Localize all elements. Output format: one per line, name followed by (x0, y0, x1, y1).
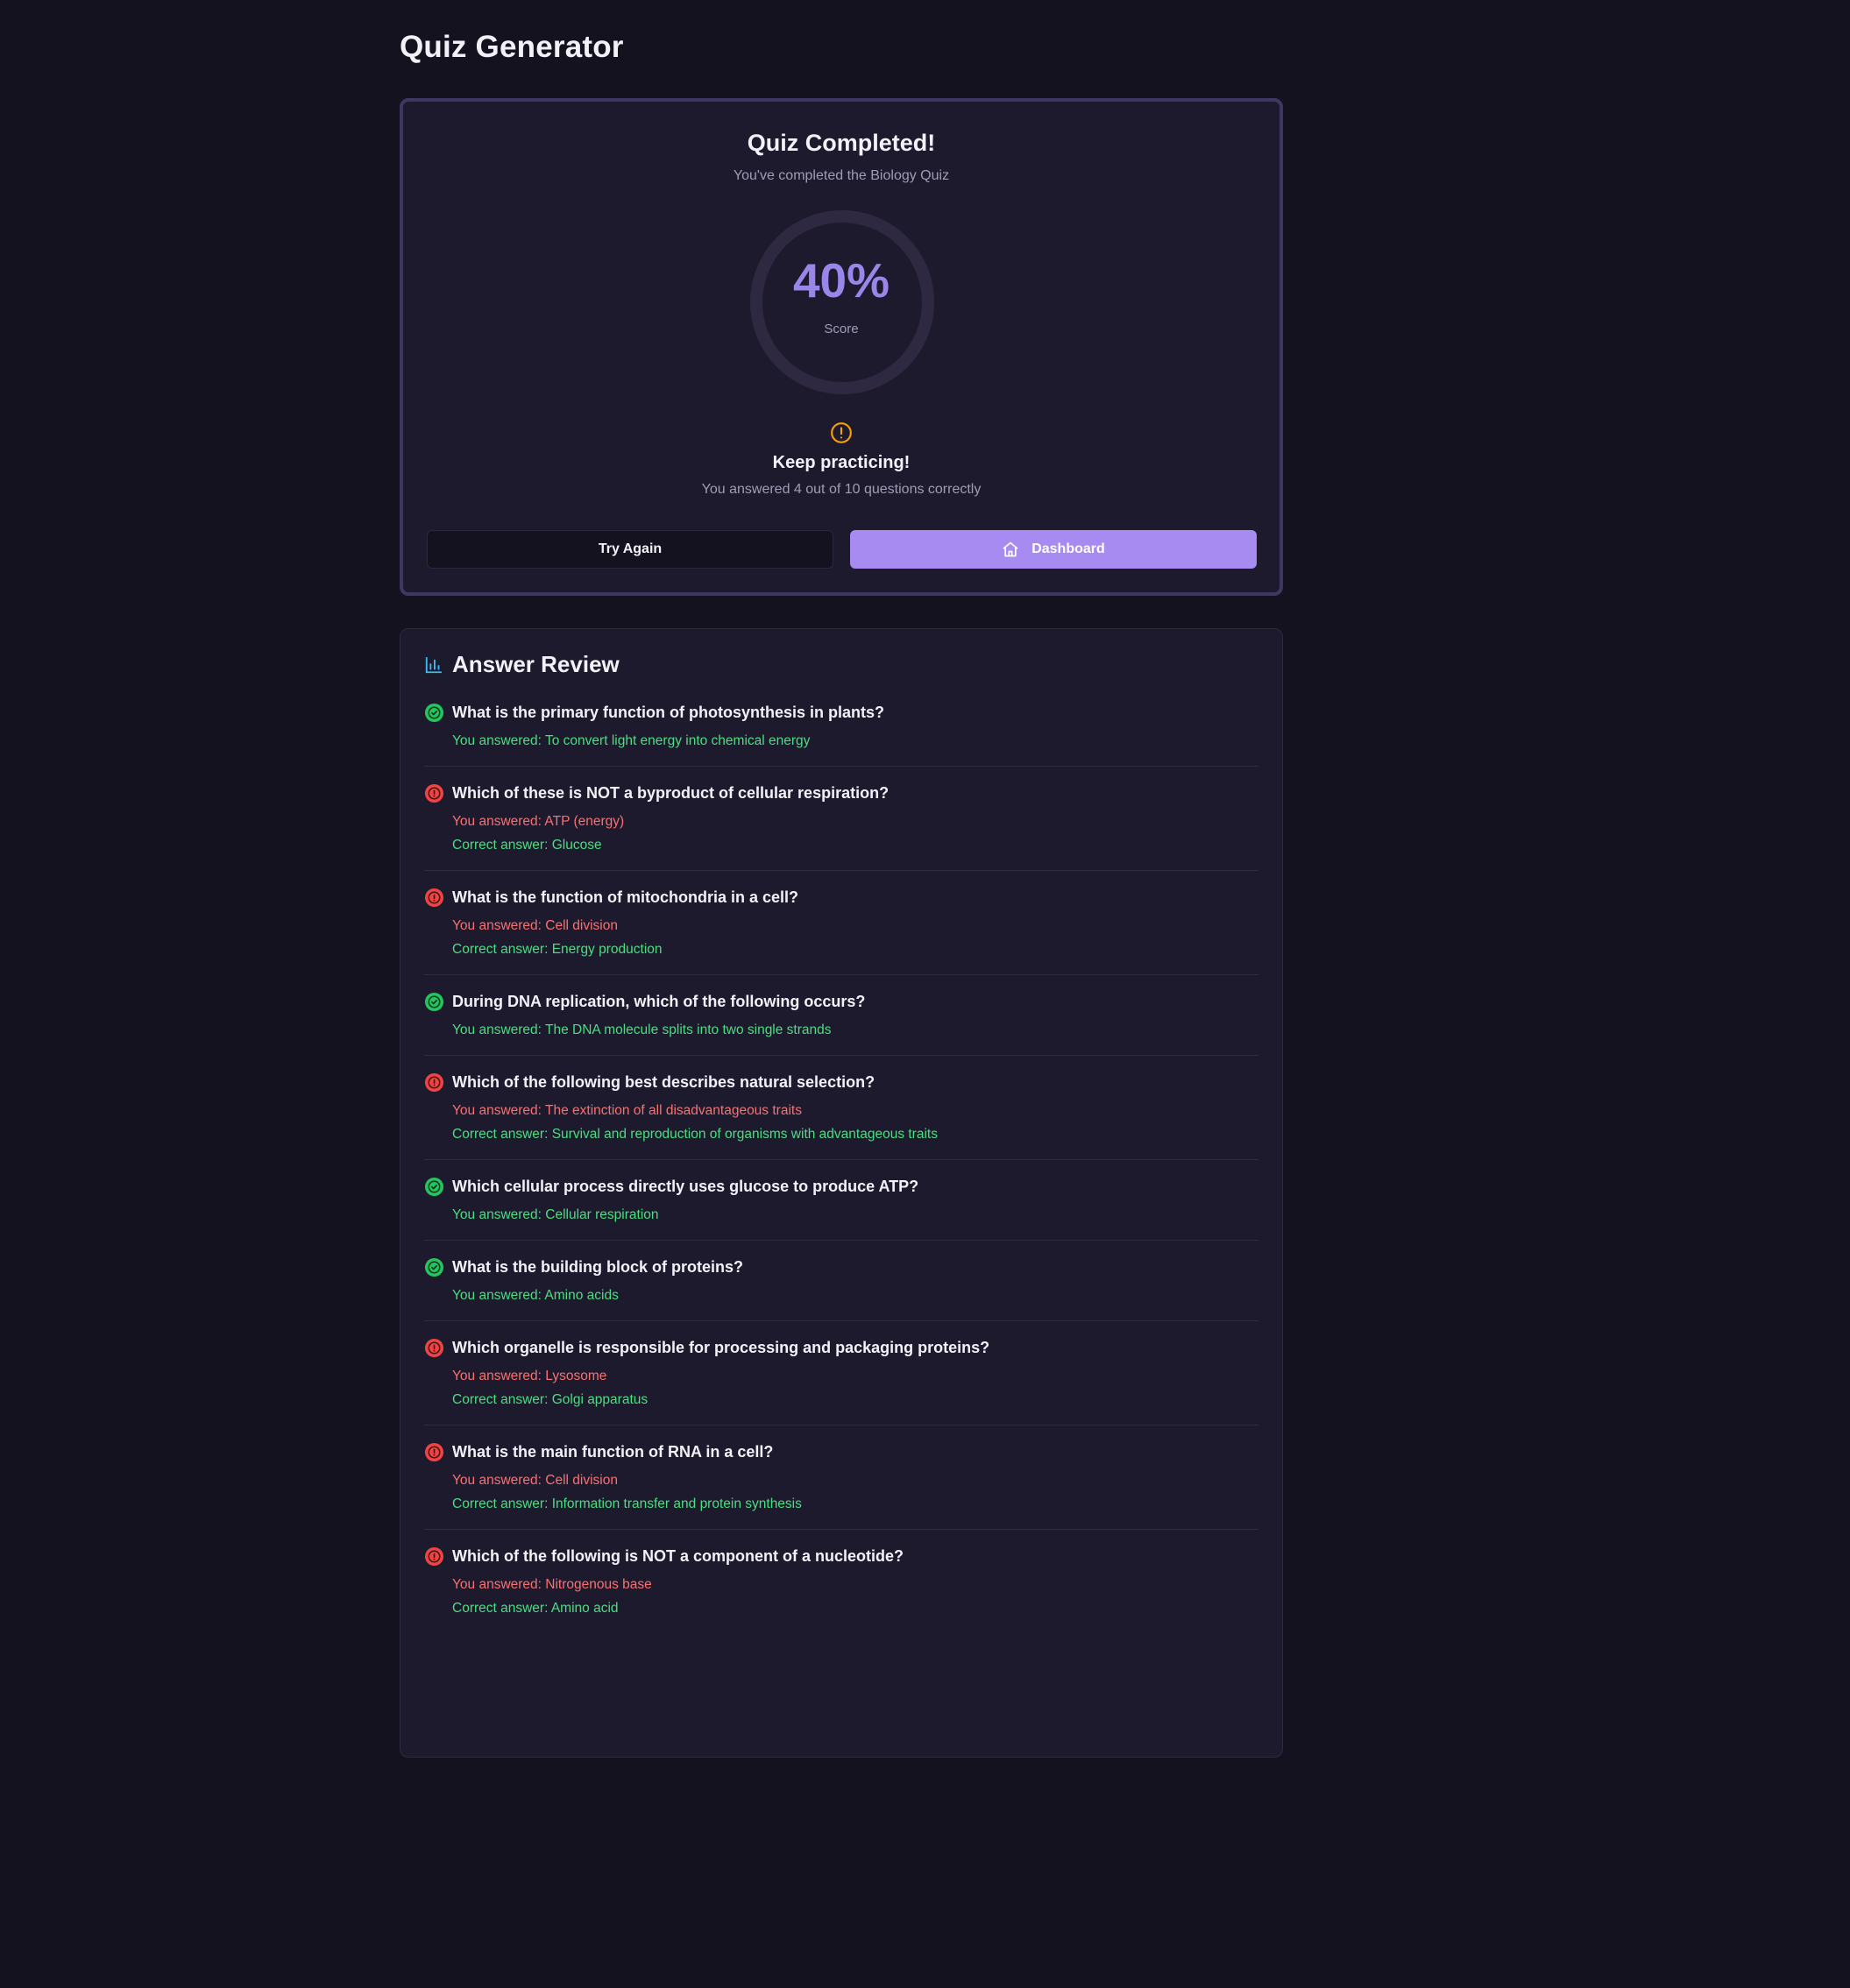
try-again-button[interactable]: Try Again (427, 530, 833, 569)
question-row: Which of the following is NOT a componen… (424, 1545, 1258, 1568)
question-text: Which of the following is NOT a componen… (452, 1547, 904, 1565)
review-header: Answer Review (424, 651, 620, 678)
score-label: Score (824, 322, 859, 336)
question-text: During DNA replication, which of the fol… (452, 993, 866, 1010)
alert-circle-icon (424, 1072, 444, 1093)
correct-answer: Correct answer: Energy production (452, 942, 663, 957)
correct-answer: Correct answer: Golgi apparatus (452, 1392, 649, 1407)
correct-answer: Correct answer: Information transfer and… (452, 1496, 802, 1511)
your-answer: You answered: Cell division (452, 918, 618, 933)
review-item: What is the function of mitochondria in … (424, 886, 1258, 975)
dashboard-label: Dashboard (1031, 541, 1105, 556)
review-title: Answer Review (452, 651, 620, 677)
your-answer: You answered: Nitrogenous base (452, 1577, 652, 1592)
review-item: Which of these is NOT a byproduct of cel… (424, 782, 1258, 871)
app-title: Quiz Generator (400, 30, 624, 64)
alert-circle-icon (424, 1442, 444, 1462)
check-circle-icon (424, 703, 444, 723)
review-item: During DNA replication, which of the fol… (424, 990, 1258, 1056)
check-circle-icon (424, 1257, 444, 1277)
result-subtitle: You've completed the Biology Quiz (733, 168, 950, 183)
quiz-results-page: Quiz Generator Quiz Completed! You've co… (0, 0, 1850, 1988)
correct-answer: Correct answer: Glucose (452, 838, 602, 853)
feedback-title: Keep practicing! (772, 453, 911, 472)
your-answer: You answered: Lysosome (452, 1369, 607, 1383)
your-answer: You answered: ATP (energy) (452, 814, 625, 829)
score-value: 40% (792, 253, 890, 308)
question-text: Which organelle is responsible for proce… (452, 1339, 990, 1356)
alert-circle-icon (424, 1546, 444, 1567)
review-item: What is the primary function of photosyn… (424, 701, 1258, 767)
question-row: Which cellular process directly uses glu… (424, 1175, 1258, 1199)
bar-chart-icon (425, 656, 443, 673)
home-icon (1003, 541, 1018, 557)
try-again-label: Try Again (598, 541, 663, 556)
question-row: Which of these is NOT a byproduct of cel… (424, 782, 1258, 805)
question-text: What is the building block of proteins? (452, 1258, 743, 1276)
alert-circle-icon (424, 888, 444, 908)
correct-answer: Correct answer: Amino acid (452, 1601, 619, 1616)
your-answer: You answered: Amino acids (452, 1288, 619, 1303)
answer-review-card: Answer Review What is the primary functi… (400, 628, 1283, 1758)
review-item: Which organelle is responsible for proce… (424, 1336, 1258, 1426)
alert-circle-icon (424, 1338, 444, 1358)
question-row: What is the function of mitochondria in … (424, 886, 1258, 909)
question-row: What is the primary function of photosyn… (424, 701, 1258, 725)
your-answer: You answered: To convert light energy in… (452, 733, 811, 748)
your-answer: You answered: The extinction of all disa… (452, 1103, 802, 1118)
dashboard-button[interactable]: Dashboard (850, 530, 1257, 569)
result-card: Quiz Completed! You've completed the Bio… (400, 98, 1283, 596)
your-answer: You answered: Cell division (452, 1473, 618, 1488)
check-circle-icon (424, 992, 444, 1012)
question-row: What is the main function of RNA in a ce… (424, 1440, 1258, 1464)
question-row: Which organelle is responsible for proce… (424, 1336, 1258, 1360)
question-text: What is the primary function of photosyn… (452, 704, 885, 721)
alert-circle-icon (424, 783, 444, 803)
review-item: Which of the following best describes na… (424, 1071, 1258, 1160)
question-text: Which of these is NOT a byproduct of cel… (452, 784, 890, 802)
question-row: During DNA replication, which of the fol… (424, 990, 1258, 1014)
review-item: Which of the following is NOT a componen… (424, 1545, 1258, 1633)
question-text: What is the function of mitochondria in … (452, 888, 799, 906)
question-row: What is the building block of proteins? (424, 1256, 1258, 1279)
question-text: What is the main function of RNA in a ce… (452, 1443, 774, 1461)
review-item: Which cellular process directly uses glu… (424, 1175, 1258, 1241)
review-list: What is the primary function of photosyn… (424, 701, 1258, 1633)
your-answer: You answered: Cellular respiration (452, 1207, 659, 1222)
question-text: Which cellular process directly uses glu… (452, 1178, 919, 1195)
your-answer: You answered: The DNA molecule splits in… (452, 1022, 832, 1037)
question-row: Which of the following best describes na… (424, 1071, 1258, 1094)
review-item: What is the building block of proteins? Y… (424, 1256, 1258, 1321)
feedback-text: You answered 4 out of 10 questions corre… (701, 482, 982, 497)
review-item: What is the main function of RNA in a ce… (424, 1440, 1258, 1530)
correct-answer: Correct answer: Survival and reproductio… (452, 1127, 938, 1142)
question-text: Which of the following best describes na… (452, 1073, 875, 1091)
alert-circle-icon (831, 422, 852, 443)
result-title: Quiz Completed! (747, 130, 936, 156)
check-circle-icon (424, 1177, 444, 1197)
